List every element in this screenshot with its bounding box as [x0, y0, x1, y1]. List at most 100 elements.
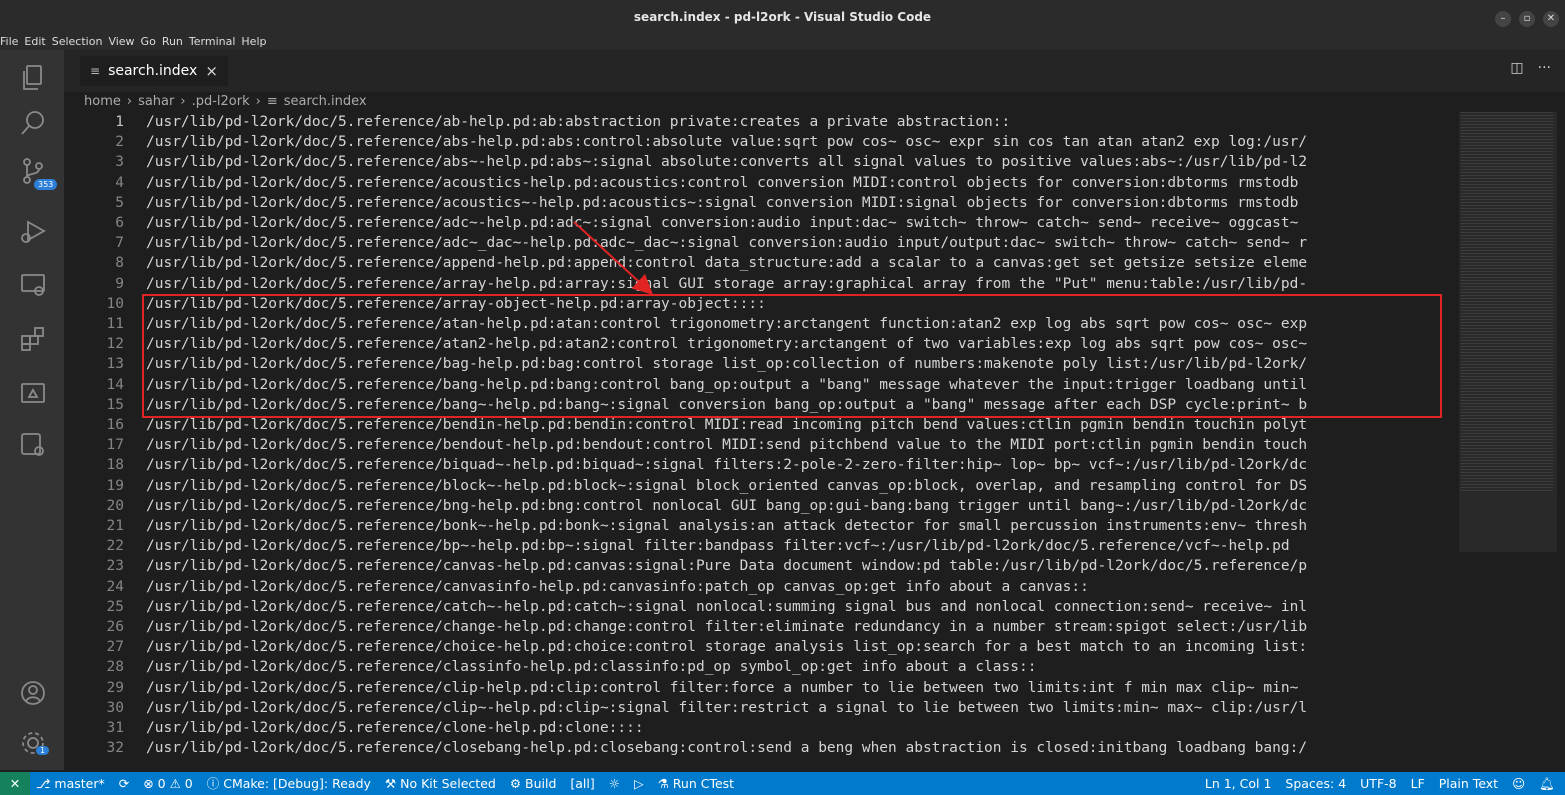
line-text[interactable]: /usr/lib/pd-l2ork/doc/5.reference/bang~-…: [146, 395, 1307, 415]
line-text[interactable]: /usr/lib/pd-l2ork/doc/5.reference/bonk~-…: [146, 516, 1307, 536]
line-text[interactable]: /usr/lib/pd-l2ork/doc/5.reference/block~…: [146, 476, 1307, 496]
code-line[interactable]: 11/usr/lib/pd-l2ork/doc/5.reference/atan…: [64, 314, 1459, 334]
tab-search-index[interactable]: ≡ search.index ×: [80, 56, 228, 86]
line-text[interactable]: /usr/lib/pd-l2ork/doc/5.reference/clone-…: [146, 718, 644, 738]
line-text[interactable]: /usr/lib/pd-l2ork/doc/5.reference/biquad…: [146, 455, 1307, 475]
code-line[interactable]: 3/usr/lib/pd-l2ork/doc/5.reference/abs~-…: [64, 152, 1459, 172]
breadcrumb-pd-l2ork[interactable]: .pd-l2ork: [192, 92, 250, 112]
language-mode[interactable]: Plain Text: [1439, 772, 1498, 795]
code-line[interactable]: 17/usr/lib/pd-l2ork/doc/5.reference/bend…: [64, 435, 1459, 455]
line-text[interactable]: /usr/lib/pd-l2ork/doc/5.reference/adc~_d…: [146, 233, 1307, 253]
line-text[interactable]: /usr/lib/pd-l2ork/doc/5.reference/acoust…: [146, 193, 1298, 213]
menu-terminal[interactable]: Terminal: [189, 36, 236, 50]
line-text[interactable]: /usr/lib/pd-l2ork/doc/5.reference/canvas…: [146, 556, 1307, 576]
account-icon[interactable]: [18, 678, 48, 708]
kit-status[interactable]: ⚒ No Kit Selected: [385, 772, 496, 795]
minimap[interactable]: [1459, 112, 1559, 770]
line-text[interactable]: /usr/lib/pd-l2ork/doc/5.reference/change…: [146, 617, 1307, 637]
code-line[interactable]: 25/usr/lib/pd-l2ork/doc/5.reference/catc…: [64, 597, 1459, 617]
breadcrumb-home[interactable]: home: [84, 92, 121, 112]
menu-go[interactable]: Go: [141, 36, 156, 50]
build-target[interactable]: [all]: [570, 772, 594, 795]
code-line[interactable]: 6/usr/lib/pd-l2ork/doc/5.reference/adc~-…: [64, 213, 1459, 233]
line-text[interactable]: /usr/lib/pd-l2ork/doc/5.reference/bag-he…: [146, 354, 1307, 374]
menu-run[interactable]: Run: [162, 36, 183, 50]
problems-status[interactable]: ⊗ 0 ⚠ 0: [143, 772, 193, 795]
code-line[interactable]: 14/usr/lib/pd-l2ork/doc/5.reference/bang…: [64, 375, 1459, 395]
code-line[interactable]: 18/usr/lib/pd-l2ork/doc/5.reference/biqu…: [64, 455, 1459, 475]
feedback-icon[interactable]: ☺: [1512, 772, 1525, 795]
run-debug-icon[interactable]: [18, 216, 48, 246]
line-text[interactable]: /usr/lib/pd-l2ork/doc/5.reference/bendin…: [146, 415, 1307, 435]
end-of-line[interactable]: LF: [1411, 772, 1425, 795]
encoding[interactable]: UTF-8: [1360, 772, 1396, 795]
code-line[interactable]: 5/usr/lib/pd-l2ork/doc/5.reference/acous…: [64, 193, 1459, 213]
code-line[interactable]: 24/usr/lib/pd-l2ork/doc/5.reference/canv…: [64, 577, 1459, 597]
notifications-bell-icon[interactable]: 🔔︎: [1539, 772, 1555, 795]
code-line[interactable]: 22/usr/lib/pd-l2ork/doc/5.reference/bp~-…: [64, 536, 1459, 556]
line-text[interactable]: /usr/lib/pd-l2ork/doc/5.reference/choice…: [146, 637, 1307, 657]
line-text[interactable]: /usr/lib/pd-l2ork/doc/5.reference/abs~-h…: [146, 152, 1307, 172]
line-text[interactable]: /usr/lib/pd-l2ork/doc/5.reference/bng-he…: [146, 496, 1307, 516]
minimize-button[interactable]: –: [1495, 11, 1511, 27]
code-line[interactable]: 30/usr/lib/pd-l2ork/doc/5.reference/clip…: [64, 698, 1459, 718]
code-line[interactable]: 13/usr/lib/pd-l2ork/doc/5.reference/bag-…: [64, 354, 1459, 374]
remote-explorer-icon[interactable]: [18, 270, 48, 300]
code-line[interactable]: 7/usr/lib/pd-l2ork/doc/5.reference/adc~_…: [64, 233, 1459, 253]
code-line[interactable]: 12/usr/lib/pd-l2ork/doc/5.reference/atan…: [64, 334, 1459, 354]
line-text[interactable]: /usr/lib/pd-l2ork/doc/5.reference/acoust…: [146, 173, 1298, 193]
split-editor-icon[interactable]: ◫: [1510, 60, 1523, 76]
breadcrumb-sahar[interactable]: sahar: [138, 92, 174, 112]
line-text[interactable]: /usr/lib/pd-l2ork/doc/5.reference/atan-h…: [146, 314, 1307, 334]
extensions-icon[interactable]: [18, 324, 48, 354]
code-line[interactable]: 8/usr/lib/pd-l2ork/doc/5.reference/appen…: [64, 253, 1459, 273]
breadcrumb-file[interactable]: search.index: [284, 92, 367, 112]
run-icon[interactable]: ▷: [634, 772, 644, 795]
line-text[interactable]: /usr/lib/pd-l2ork/doc/5.reference/atan2-…: [146, 334, 1307, 354]
line-text[interactable]: /usr/lib/pd-l2ork/doc/5.reference/array-…: [146, 274, 1307, 294]
code-line[interactable]: 21/usr/lib/pd-l2ork/doc/5.reference/bonk…: [64, 516, 1459, 536]
code-line[interactable]: 28/usr/lib/pd-l2ork/doc/5.reference/clas…: [64, 657, 1459, 677]
line-text[interactable]: /usr/lib/pd-l2ork/doc/5.reference/closeb…: [146, 738, 1307, 758]
line-text[interactable]: /usr/lib/pd-l2ork/doc/5.reference/bendou…: [146, 435, 1307, 455]
code-line[interactable]: 19/usr/lib/pd-l2ork/doc/5.reference/bloc…: [64, 476, 1459, 496]
sync-icon[interactable]: ⟳: [119, 772, 129, 795]
explorer-icon[interactable]: [18, 62, 48, 92]
menu-help[interactable]: Help: [241, 36, 266, 50]
editor-text-area[interactable]: 1/usr/lib/pd-l2ork/doc/5.reference/ab-he…: [64, 112, 1565, 770]
cmake-icon[interactable]: [18, 430, 48, 460]
branch-status[interactable]: ⎇ master*: [36, 772, 105, 795]
line-text[interactable]: /usr/lib/pd-l2ork/doc/5.reference/abs-he…: [146, 132, 1307, 152]
build-button[interactable]: ⚙ Build: [510, 772, 557, 795]
run-ctest-button[interactable]: ⚗ Run CTest: [658, 772, 734, 795]
code-line[interactable]: 2/usr/lib/pd-l2ork/doc/5.reference/abs-h…: [64, 132, 1459, 152]
menu-view[interactable]: View: [108, 36, 134, 50]
more-actions-icon[interactable]: ···: [1538, 60, 1551, 76]
cursor-position[interactable]: Ln 1, Col 1: [1205, 772, 1272, 795]
line-text[interactable]: /usr/lib/pd-l2ork/doc/5.reference/bp~-he…: [146, 536, 1290, 556]
code-line[interactable]: 29/usr/lib/pd-l2ork/doc/5.reference/clip…: [64, 678, 1459, 698]
menu-file[interactable]: File: [0, 36, 18, 50]
code-line[interactable]: 23/usr/lib/pd-l2ork/doc/5.reference/canv…: [64, 556, 1459, 576]
testing-icon[interactable]: [18, 378, 48, 408]
code-line[interactable]: 32/usr/lib/pd-l2ork/doc/5.reference/clos…: [64, 738, 1459, 758]
code-line[interactable]: 9/usr/lib/pd-l2ork/doc/5.reference/array…: [64, 274, 1459, 294]
code-line[interactable]: 26/usr/lib/pd-l2ork/doc/5.reference/chan…: [64, 617, 1459, 637]
code-line[interactable]: 10/usr/lib/pd-l2ork/doc/5.reference/arra…: [64, 294, 1459, 314]
code-line[interactable]: 1/usr/lib/pd-l2ork/doc/5.reference/ab-he…: [64, 112, 1459, 132]
remote-indicator-icon[interactable]: ✕: [0, 772, 30, 795]
search-icon[interactable]: [18, 108, 48, 138]
debug-icon[interactable]: ☼: [609, 772, 620, 795]
menu-selection[interactable]: Selection: [52, 36, 103, 50]
menu-edit[interactable]: Edit: [24, 36, 45, 50]
indentation[interactable]: Spaces: 4: [1285, 772, 1346, 795]
line-text[interactable]: /usr/lib/pd-l2ork/doc/5.reference/array-…: [146, 294, 766, 314]
line-text[interactable]: /usr/lib/pd-l2ork/doc/5.reference/catch~…: [146, 597, 1307, 617]
tab-close-button[interactable]: ×: [205, 56, 218, 86]
line-text[interactable]: /usr/lib/pd-l2ork/doc/5.reference/canvas…: [146, 577, 1089, 597]
cmake-status[interactable]: ⓘ CMake: [Debug]: Ready: [207, 772, 371, 795]
maximize-button[interactable]: ▫: [1519, 11, 1535, 27]
line-text[interactable]: /usr/lib/pd-l2ork/doc/5.reference/clip-h…: [146, 678, 1298, 698]
line-text[interactable]: /usr/lib/pd-l2ork/doc/5.reference/bang-h…: [146, 375, 1307, 395]
line-text[interactable]: /usr/lib/pd-l2ork/doc/5.reference/append…: [146, 253, 1307, 273]
